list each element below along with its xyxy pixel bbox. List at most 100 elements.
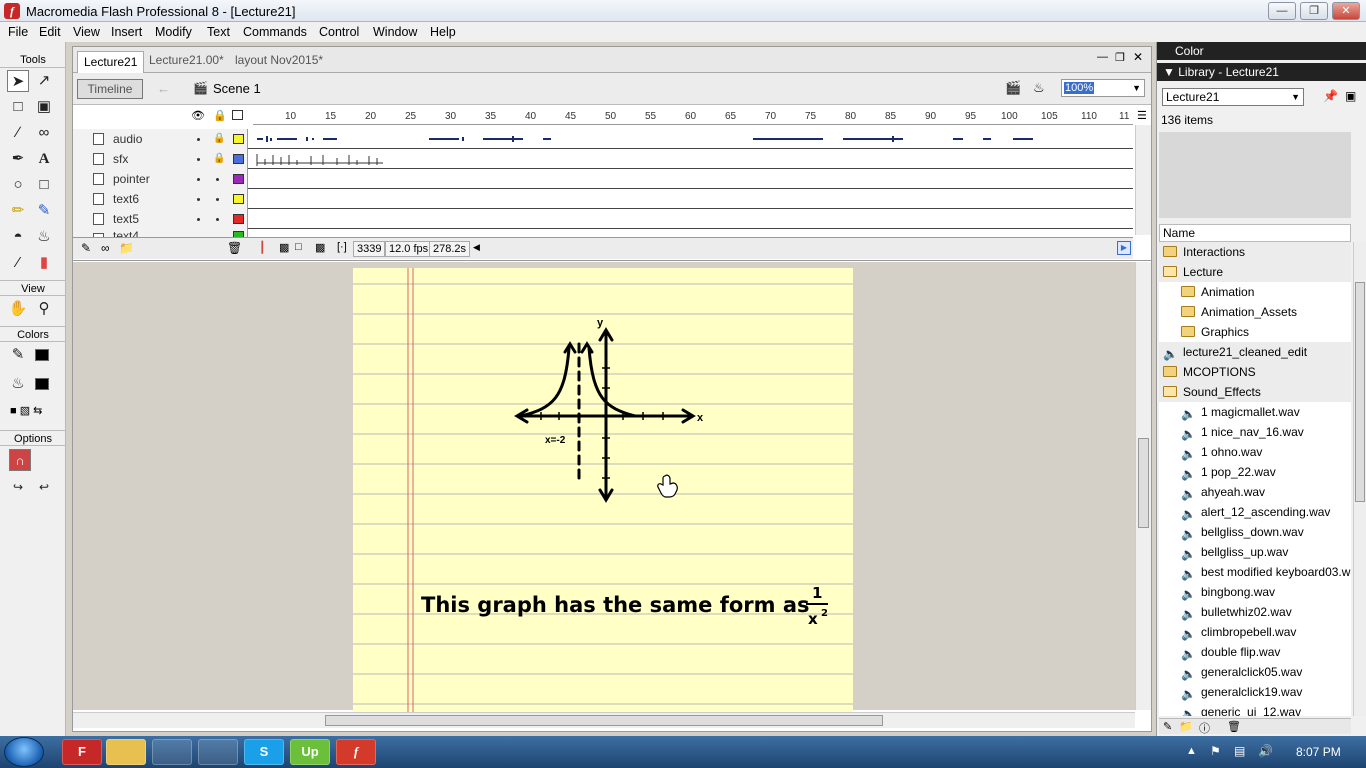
minimize-button[interactable]: — — [1268, 2, 1296, 20]
menu-commands[interactable]: Commands — [243, 25, 307, 39]
ie-taskbar-icon[interactable] — [198, 739, 238, 765]
menu-window[interactable]: Window — [373, 25, 417, 39]
straighten-icon[interactable]: ↩ — [33, 476, 55, 498]
frame-rate[interactable]: 12.0 fps — [385, 241, 433, 257]
line-tool-icon[interactable]: ∕ — [7, 122, 29, 144]
stage-horizontal-scrollbar[interactable] — [73, 712, 1135, 728]
layer-row[interactable]: text6 — [73, 189, 1133, 209]
edit-symbols-icon[interactable]: ♨ — [1033, 80, 1045, 96]
restore-button[interactable]: ❐ — [1300, 2, 1328, 20]
pencil-tool-icon[interactable]: ✏ — [7, 200, 29, 222]
menu-control[interactable]: Control — [319, 25, 359, 39]
timeline-vertical-scrollbar[interactable] — [1135, 125, 1151, 235]
lasso-tool-icon[interactable]: ∞ — [33, 122, 55, 144]
new-library-panel-icon[interactable]: ▣ — [1345, 89, 1356, 103]
library-item[interactable]: 🔈 alert_12_ascending.wav — [1159, 502, 1351, 522]
lock-icon[interactable]: 🔒 — [213, 133, 225, 144]
snap-magnet-icon[interactable]: ∩ — [9, 449, 31, 471]
vertical-scroll-thumb[interactable] — [1138, 438, 1149, 528]
brush-tool-icon[interactable]: ✎ — [33, 200, 55, 222]
lock-dot[interactable] — [216, 178, 219, 181]
paint-bucket-tool-icon[interactable]: ♨ — [33, 226, 55, 248]
show-hidden-icons-icon[interactable]: ▲ — [1186, 745, 1197, 757]
free-transform-tool-icon[interactable]: □ — [7, 96, 29, 118]
menu-view[interactable]: View — [73, 25, 100, 39]
onion-skin-icon[interactable]: ▩ — [279, 241, 289, 254]
new-folder-icon[interactable]: 📁 — [1179, 720, 1193, 733]
stroke-color-swatch[interactable] — [35, 349, 49, 361]
horizontal-scroll-thumb[interactable] — [325, 715, 883, 726]
stage-canvas[interactable]: y x x=-2 This graph has the same form as… — [353, 268, 853, 718]
insert-folder-icon[interactable]: 📁 — [119, 241, 134, 255]
timeline-toggle-button[interactable]: Timeline — [77, 79, 143, 99]
menu-insert[interactable]: Insert — [111, 25, 142, 39]
eraser-tool-icon[interactable]: ▮ — [33, 252, 55, 274]
library-item[interactable]: 🔈 double flip.wav — [1159, 642, 1351, 662]
library-item[interactable]: Lecture — [1159, 262, 1351, 282]
start-button[interactable] — [4, 737, 44, 767]
visibility-dot[interactable] — [197, 158, 200, 161]
library-item[interactable]: 🔈 bellgliss_up.wav — [1159, 542, 1351, 562]
pin-library-icon[interactable]: 📌 — [1323, 89, 1338, 103]
center-frame-icon[interactable]: ┃ — [259, 241, 266, 254]
library-item[interactable]: 🔈 climbropebell.wav — [1159, 622, 1351, 642]
new-symbol-icon[interactable]: ✎ — [1163, 720, 1172, 733]
hand-tool-icon[interactable]: ✋ — [7, 298, 29, 320]
layer-color-swatch[interactable] — [233, 174, 244, 184]
library-item[interactable]: 🔈 generalclick05.wav — [1159, 662, 1351, 682]
properties-icon[interactable]: ⓘ — [1199, 720, 1210, 736]
close-button[interactable]: ✕ — [1332, 2, 1360, 20]
layer-row[interactable]: audio 🔒 — [73, 129, 1133, 149]
library-item[interactable]: Interactions — [1159, 242, 1351, 262]
menu-modify[interactable]: Modify — [155, 25, 192, 39]
menu-help[interactable]: Help — [430, 25, 456, 39]
smooth-icon[interactable]: ↪ — [7, 476, 29, 498]
visibility-dot[interactable] — [197, 178, 200, 181]
swap-colors-icon[interactable]: ■ ▧ ⇆ — [10, 404, 42, 417]
library-item[interactable]: 🔈 1 ohno.wav — [1159, 442, 1351, 462]
library-item[interactable]: 🔈 1 nice_nav_16.wav — [1159, 422, 1351, 442]
doc-restore-icon[interactable]: ❐ — [1115, 51, 1125, 64]
edit-scene-icon[interactable]: 🎬 — [1005, 80, 1021, 96]
library-panel-header[interactable]: ▼ Library - Lecture21 — [1157, 63, 1366, 81]
subselection-tool-icon[interactable]: ↗ — [33, 70, 55, 92]
layer-row[interactable]: sfx 🔒 — [73, 149, 1133, 169]
library-scrollbar[interactable] — [1353, 242, 1366, 716]
edit-multiple-frames-icon[interactable]: ▩ — [315, 241, 325, 254]
library-item[interactable]: 🔈 bingbong.wav — [1159, 582, 1351, 602]
layer-row[interactable]: pointer — [73, 169, 1133, 189]
library-item[interactable]: 🔈 best modified keyboard03.wav — [1159, 562, 1351, 582]
library-item[interactable]: Sound_Effects — [1159, 382, 1351, 402]
oval-tool-icon[interactable]: ○ — [7, 174, 29, 196]
visibility-dot[interactable] — [197, 218, 200, 221]
library-select[interactable]: Lecture21 ▼ — [1162, 88, 1304, 106]
fill-transform-tool-icon[interactable]: ▣ — [33, 96, 55, 118]
selection-tool-icon[interactable]: ➤ — [7, 70, 29, 92]
library-item[interactable]: Animation_Assets — [1159, 302, 1351, 322]
timeline-menu-icon[interactable]: ☰ — [1137, 109, 1147, 122]
text-tool-icon[interactable]: A — [33, 148, 55, 170]
delete-layer-icon[interactable]: 🗑 — [227, 241, 242, 255]
library-item[interactable]: 🔈 1 pop_22.wav — [1159, 462, 1351, 482]
layer-color-swatch[interactable] — [233, 154, 244, 164]
onion-outline-icon[interactable]: □ — [295, 241, 302, 253]
color-panel-header[interactable]: Color — [1157, 42, 1366, 60]
doc-minimize-icon[interactable]: — — [1097, 51, 1108, 63]
rectangle-tool-icon[interactable]: □ — [33, 174, 55, 196]
library-item[interactable]: MCOPTIONS — [1159, 362, 1351, 382]
insert-layer-icon[interactable]: ✎ — [81, 241, 91, 255]
fill-color-swatch[interactable] — [35, 378, 49, 390]
flash-taskbar-icon[interactable]: f — [336, 739, 376, 765]
menu-file[interactable]: File — [8, 25, 28, 39]
doc-close-icon[interactable]: ✕ — [1133, 50, 1143, 64]
show-hide-all-icon[interactable]: 👁 — [191, 109, 205, 122]
library-scroll-thumb[interactable] — [1355, 282, 1365, 502]
tab-lecture21-00[interactable]: Lecture21.00* — [149, 53, 224, 67]
library-item[interactable]: Animation — [1159, 282, 1351, 302]
lock-dot[interactable] — [216, 218, 219, 221]
chrome-taskbar-icon[interactable] — [152, 739, 192, 765]
layer-color-swatch[interactable] — [233, 214, 244, 224]
upwork-taskbar-icon[interactable]: Up — [290, 739, 330, 765]
scroll-left-icon[interactable]: ◀ — [473, 242, 480, 253]
layer-color-swatch[interactable] — [233, 194, 244, 204]
